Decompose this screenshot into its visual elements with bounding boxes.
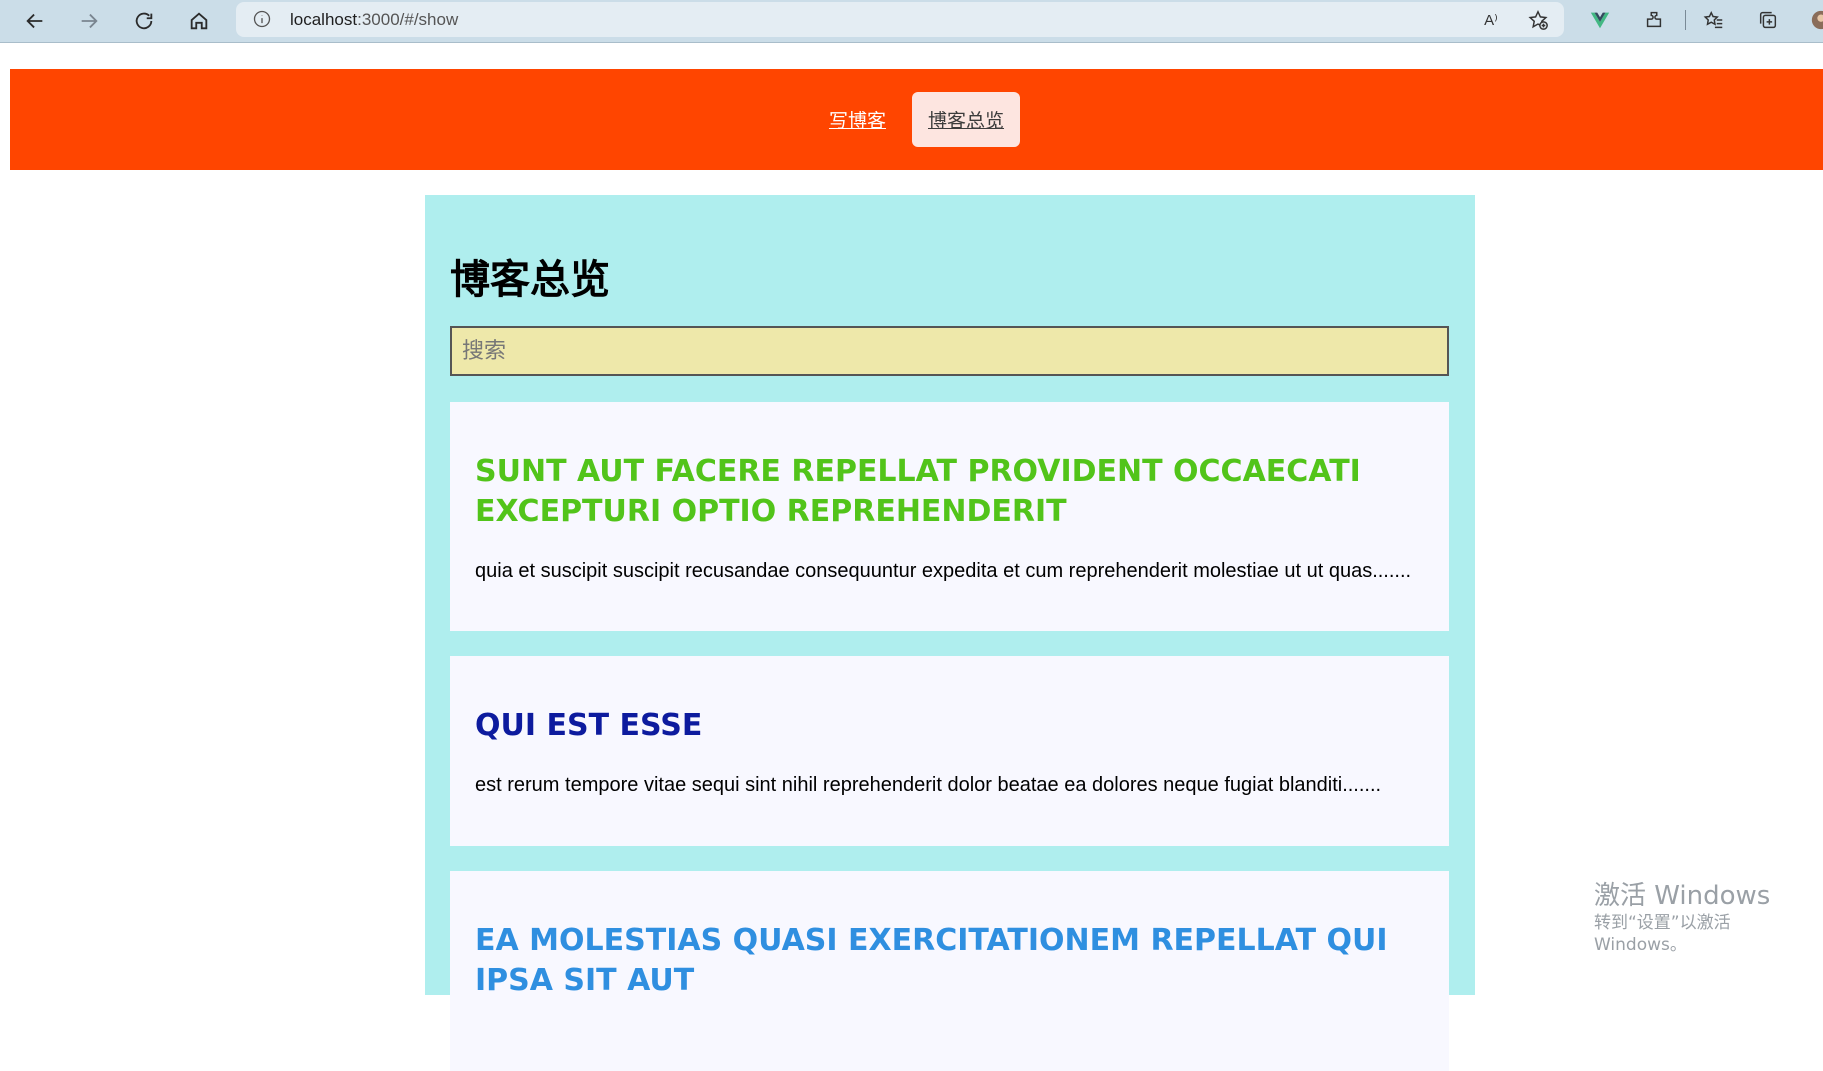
windows-activation-watermark: 激活 Windows 转到“设置”以激活 Windows。 [1594,880,1823,956]
blog-title[interactable]: sunt aut facere repellat provident occae… [475,452,1424,532]
nav-blog-overview[interactable]: 博客总览 [912,92,1021,147]
arrow-right-icon [81,13,98,29]
back-button[interactable] [18,4,52,38]
blog-title[interactable]: ea molestias quasi exercitationem repell… [475,921,1424,1001]
url-host: localhost [290,10,358,29]
info-icon[interactable] [252,9,272,29]
arrow-left-icon [26,13,43,29]
blog-snippet: quia et suscipit suscipit recusandae con… [475,560,1412,582]
nav-write-blog[interactable]: 写博客 [813,92,902,147]
collections-icon[interactable] [1755,7,1781,33]
blog-list-panel: 博客总览 sunt aut facere repellat provident … [425,195,1475,1071]
url-text[interactable]: localhost:3000/#/show [290,10,458,30]
search-input[interactable] [450,326,1449,376]
refresh-button[interactable] [127,4,161,38]
url-path: :3000/#/show [357,10,459,29]
toolbar-divider [1685,10,1686,30]
read-aloud-icon[interactable]: A⁾ [1480,9,1502,31]
profile-avatar[interactable] [1808,7,1823,33]
page-title: 博客总览 [450,257,610,303]
watermark-title: 激活 Windows [1594,881,1771,911]
browser-toolbar: localhost:3000/#/show A⁾ [0,0,1823,43]
watermark-subtitle: 转到“设置”以激活 Windows。 [1594,913,1731,955]
home-icon [190,12,208,30]
blog-card[interactable]: qui est esse est rerum tempore vitae seq… [450,656,1449,846]
favorites-icon[interactable] [1701,7,1727,33]
site-header: 写博客 博客总览 [10,69,1823,170]
blog-card[interactable]: sunt aut facere repellat provident occae… [450,402,1449,631]
blog-card[interactable]: ea molestias quasi exercitationem repell… [450,871,1449,1071]
extensions-icon[interactable] [1641,7,1667,33]
home-button[interactable] [182,4,216,38]
address-bar[interactable]: localhost:3000/#/show A⁾ [236,2,1564,37]
blog-title[interactable]: qui est esse [475,706,1424,746]
blog-snippet: est rerum tempore vitae sequi sint nihil… [475,774,1382,796]
vue-devtools-icon[interactable] [1587,7,1613,33]
forward-button[interactable] [72,4,106,38]
favorite-add-icon[interactable] [1527,9,1549,31]
refresh-icon [135,12,153,30]
